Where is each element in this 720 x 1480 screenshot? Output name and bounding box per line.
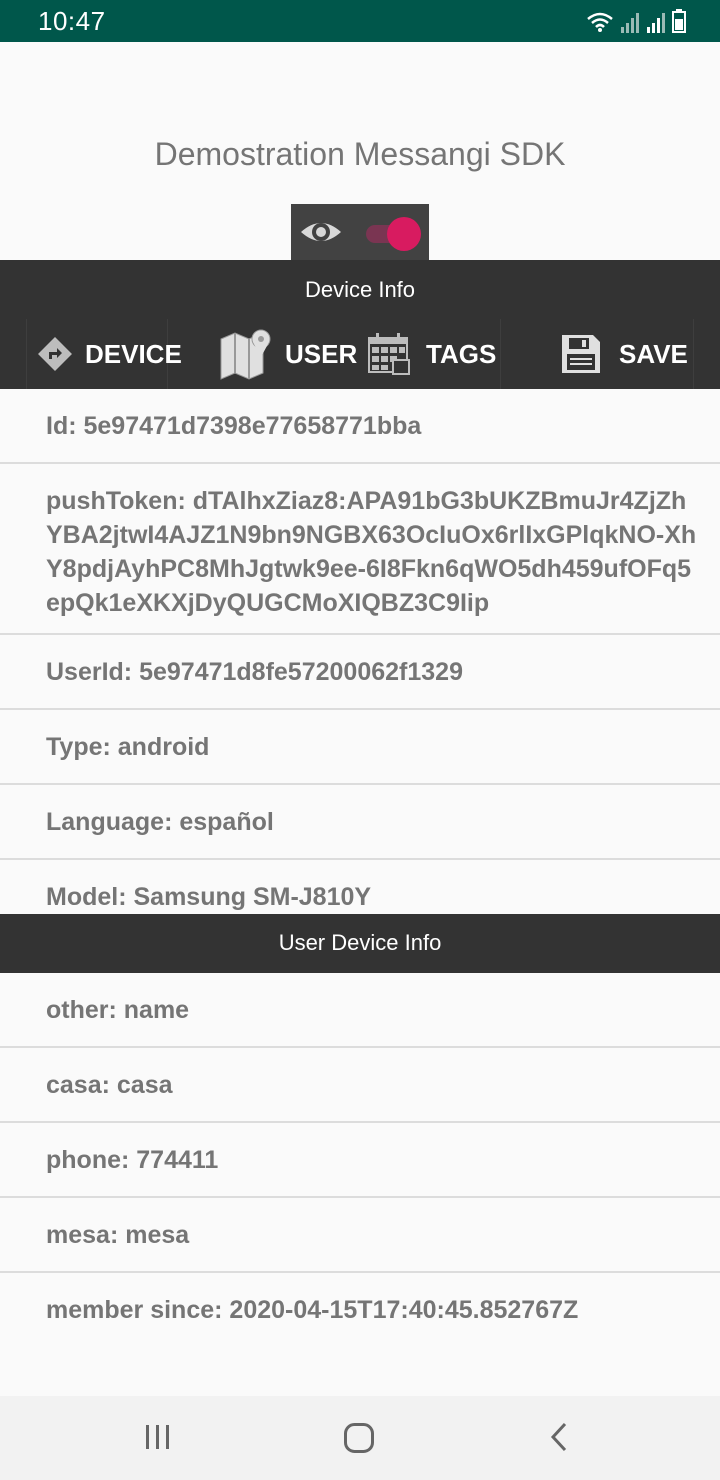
device-info-list[interactable]: Id: 5e97471d7398e77658771bba pushToken: … — [0, 389, 720, 914]
calendar-grid-icon — [368, 333, 410, 375]
switch-thumb — [387, 217, 421, 251]
signal-icon-2 — [647, 13, 665, 33]
status-icons — [586, 9, 686, 33]
list-item-phone: phone: 774411 — [0, 1123, 720, 1198]
device-info-header: Device Info DEVICE USER TAGS SAVE — [0, 260, 720, 389]
app-title: Demostration Messangi SDK — [154, 136, 566, 172]
tab-save[interactable]: SAVE — [561, 319, 688, 389]
home-icon[interactable] — [343, 1422, 375, 1454]
map-icon — [220, 329, 271, 380]
list-item-push-token: pushToken: dTAlhxZiaz8:APA91bG3bUKZBmuJr… — [0, 464, 720, 635]
eye-icon[interactable] — [299, 214, 343, 250]
visibility-switch[interactable] — [363, 217, 421, 251]
tab-device[interactable]: DEVICE — [36, 319, 182, 389]
signal-icon — [621, 13, 639, 33]
list-item-type: Type: android — [0, 710, 720, 785]
tab-device-label: DEVICE — [85, 338, 182, 369]
user-device-info-title: User Device Info — [278, 930, 442, 955]
device-info-title: Device Info — [304, 277, 416, 302]
navigation-bar — [0, 1396, 720, 1480]
list-item-member-since: member since: 2020-04-15T17:40:45.852767… — [46, 1296, 579, 1324]
recent-apps-icon[interactable] — [143, 1422, 173, 1452]
list-item-casa: casa: casa — [0, 1048, 720, 1123]
tab-divider — [693, 319, 694, 389]
tab-user-label: USER — [285, 338, 358, 369]
list-item-id: Id: 5e97471d7398e77658771bba — [0, 389, 720, 464]
status-bar: 10:47 — [0, 0, 720, 42]
tab-save-label: SAVE — [619, 338, 688, 369]
list-item-language: Language: español — [0, 785, 720, 860]
save-icon — [562, 335, 600, 373]
tab-tags-label: TAGS — [426, 338, 497, 369]
tab-user[interactable]: USER — [219, 319, 357, 389]
list-item-mesa: mesa: mesa — [0, 1198, 720, 1273]
list-item-other: other: name — [0, 973, 720, 1048]
tab-divider — [26, 319, 27, 389]
list-item-model: Model: Samsung SM-J810Y — [0, 860, 720, 914]
tab-tags[interactable]: TAGS — [367, 319, 496, 389]
directions-icon — [38, 337, 72, 371]
tab-bar: DEVICE USER TAGS SAVE — [0, 319, 720, 389]
tab-divider — [500, 319, 501, 389]
user-device-info-header: User Device Info — [0, 914, 720, 973]
user-device-info-list[interactable]: other: name casa: casa phone: 774411 mes… — [0, 973, 720, 1348]
wifi-icon — [587, 12, 613, 32]
list-item-user-id: UserId: 5e97471d8fe57200062f1329 — [0, 635, 720, 710]
back-icon[interactable] — [548, 1422, 572, 1452]
status-time: 10:47 — [38, 6, 106, 36]
battery-icon — [672, 9, 686, 33]
visibility-toggle-container — [291, 204, 429, 260]
